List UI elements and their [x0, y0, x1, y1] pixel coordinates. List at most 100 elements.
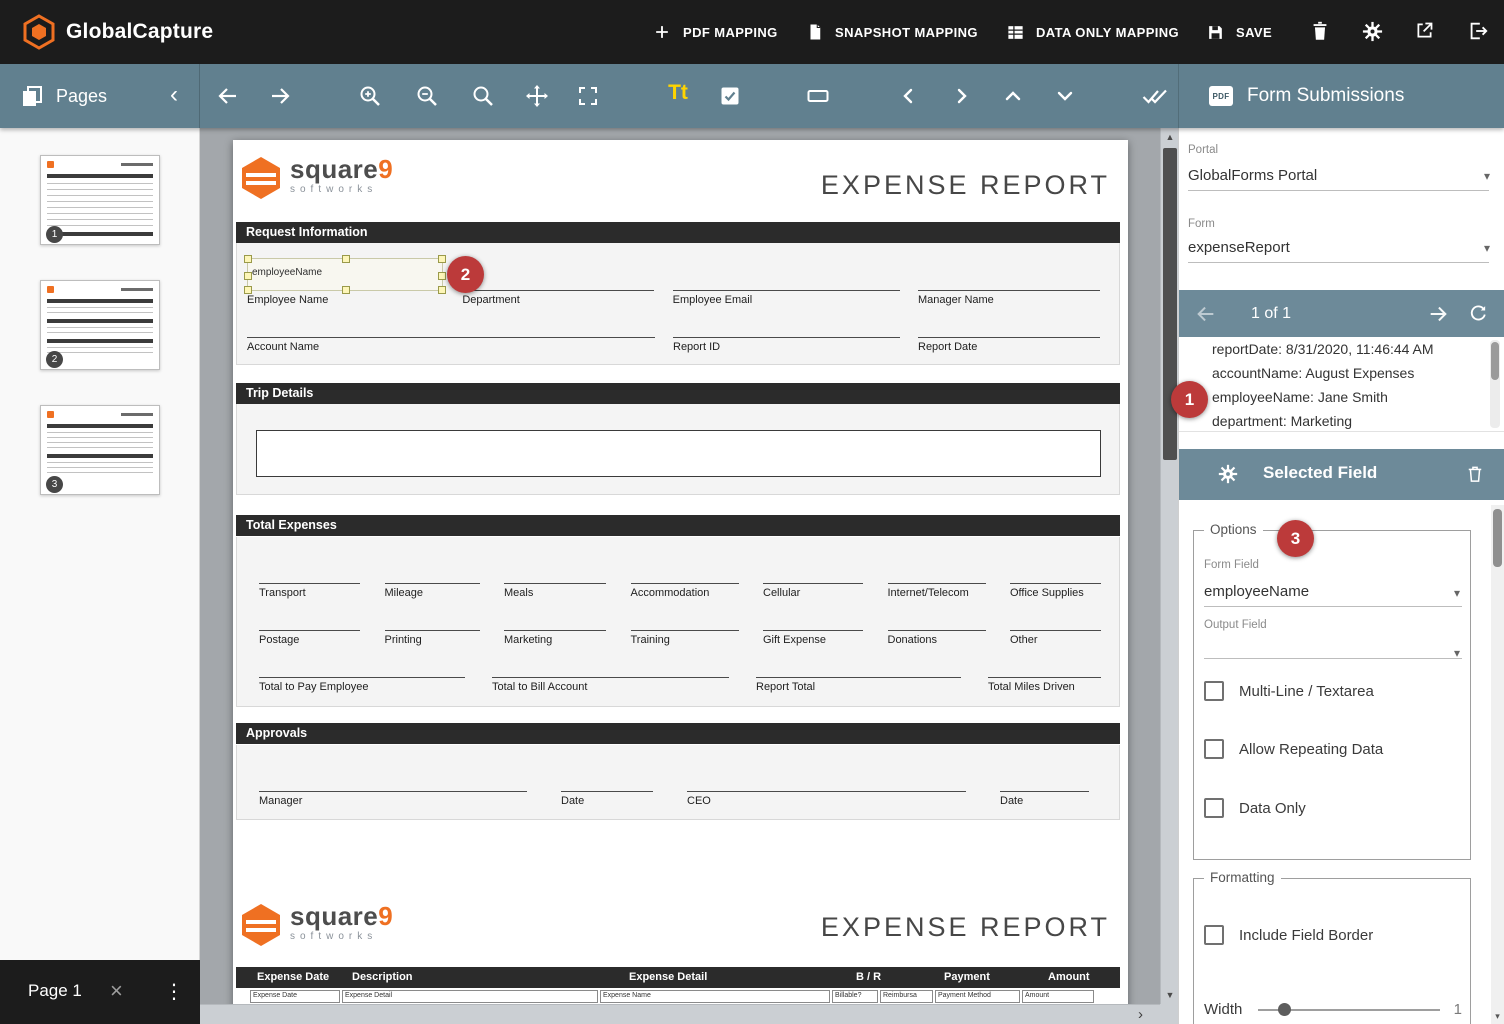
checkbox-label: Multi-Line / Textarea: [1239, 683, 1374, 700]
square9-logo: square9 softworks: [241, 156, 393, 200]
panel-scrollbar[interactable]: ▾: [1491, 505, 1504, 1024]
form-field: Internet/Telecom: [888, 583, 986, 599]
gear-icon: [1217, 463, 1239, 485]
close-icon[interactable]: ×: [110, 978, 123, 1004]
scroll-down-icon[interactable]: ▾: [1491, 1011, 1504, 1022]
logo-subtext: softworks: [290, 184, 393, 195]
record-count: 1 of 1: [1251, 305, 1291, 323]
fullscreen-icon[interactable]: [576, 84, 600, 108]
next-field-chevron-right-icon[interactable]: [949, 84, 973, 108]
selected-field-overlay[interactable]: employeeName: [247, 258, 443, 291]
chevron-up-icon[interactable]: [1001, 84, 1025, 108]
scrollbar-thumb[interactable]: [1163, 148, 1177, 460]
resize-handle[interactable]: [438, 255, 446, 263]
width-slider[interactable]: [1258, 1009, 1439, 1011]
zoom-out-icon[interactable]: [415, 84, 439, 108]
next-record-arrow-icon[interactable]: [1427, 303, 1449, 325]
divider: [1204, 606, 1462, 607]
expense-fields-row2: Postage Printing Marketing Training Gift…: [259, 630, 1101, 646]
delete-field-trash-icon[interactable]: [1465, 463, 1485, 485]
record-row[interactable]: reportDate: 8/31/2020, 11:46:44 AM: [1179, 337, 1504, 361]
divider: [1188, 190, 1489, 191]
delete-icon[interactable]: [1309, 20, 1333, 44]
document-title-page2: EXPENSE REPORT: [821, 912, 1110, 943]
field-border-checkbox[interactable]: [1204, 925, 1224, 945]
portal-select[interactable]: GlobalForms Portal: [1188, 167, 1478, 184]
text-field-tool-icon[interactable]: Tt: [663, 81, 693, 109]
collapse-pages-icon[interactable]: ‹: [162, 79, 186, 111]
pages-panel-title: Pages: [56, 86, 107, 107]
form-field: Accommodation: [631, 583, 739, 599]
data-only-option-row: Data Only: [1204, 798, 1306, 818]
resize-handle[interactable]: [342, 255, 350, 263]
logout-icon[interactable]: [1467, 20, 1491, 44]
previous-record-arrow-icon[interactable]: [1195, 303, 1217, 325]
scroll-right-icon[interactable]: ›: [1138, 1005, 1143, 1024]
apply-all-double-check-icon[interactable]: [1142, 84, 1166, 108]
resize-handle[interactable]: [244, 255, 252, 263]
scrollbar-thumb[interactable]: [1493, 509, 1502, 567]
resize-handle[interactable]: [342, 286, 350, 294]
pdf-mapping-button[interactable]: PDF MAPPING: [652, 0, 778, 64]
annotation-badge-3: 3: [1277, 520, 1314, 557]
undo-arrow-left-icon[interactable]: [216, 84, 240, 108]
form-field: Meals: [504, 583, 606, 599]
repeating-data-checkbox[interactable]: [1204, 739, 1224, 759]
caret-down-icon[interactable]: ▾: [1454, 586, 1460, 600]
form-field: Gift Expense: [763, 630, 863, 646]
form-select[interactable]: expenseReport: [1188, 239, 1478, 256]
snapshot-mapping-button[interactable]: SNAPSHOT MAPPING: [806, 0, 978, 64]
data-only-mapping-button[interactable]: DATA ONLY MAPPING: [1006, 0, 1179, 64]
options-group: Options Form Field employeeName ▾ Output…: [1193, 530, 1471, 860]
record-row[interactable]: department: Marketing: [1179, 409, 1504, 432]
record-row[interactable]: accountName: August Expenses: [1179, 361, 1504, 385]
settings-gear-icon[interactable]: [1361, 20, 1385, 44]
snapshot-mapping-label: SNAPSHOT MAPPING: [835, 25, 978, 40]
section-approvals: [236, 745, 1120, 820]
form-field-select[interactable]: employeeName: [1204, 583, 1444, 600]
page-thumbnail-3[interactable]: 3: [40, 405, 160, 495]
kebab-menu-icon[interactable]: ⋮: [164, 979, 184, 1004]
field-border-option-row: Include Field Border: [1204, 925, 1373, 945]
chevron-down-icon[interactable]: [1053, 84, 1077, 108]
data-only-checkbox[interactable]: [1204, 798, 1224, 818]
globalcapture-logo-icon: [22, 14, 56, 50]
slider-handle[interactable]: [1278, 1003, 1291, 1016]
resize-handle[interactable]: [244, 286, 252, 294]
horizontal-scrollbar[interactable]: ›: [200, 1004, 1160, 1024]
form-field: Employee Email: [673, 290, 900, 306]
logo-accent: 9: [378, 154, 393, 184]
table-cell: Expense Name: [600, 990, 830, 1003]
open-in-new-icon[interactable]: [1414, 20, 1438, 44]
page-thumbnail-1[interactable]: 1: [40, 155, 160, 245]
vertical-scrollbar[interactable]: ▲ ▼: [1160, 128, 1178, 1004]
redo-arrow-right-icon[interactable]: [268, 84, 292, 108]
resize-handle[interactable]: [244, 272, 252, 280]
page-thumbnail-2[interactable]: 2: [40, 280, 160, 370]
logo-text: square: [290, 901, 378, 931]
resize-handle[interactable]: [438, 272, 446, 280]
textbox-tool-icon[interactable]: [806, 84, 830, 108]
save-button[interactable]: SAVE: [1206, 0, 1272, 64]
zoom-in-icon[interactable]: [358, 84, 382, 108]
width-control-row: Width 1: [1204, 1001, 1462, 1018]
search-icon[interactable]: [471, 84, 495, 108]
refresh-icon[interactable]: [1467, 303, 1489, 325]
record-row[interactable]: employeeName: Jane Smith: [1179, 385, 1504, 409]
expense-table-field-row: Expense Date Expense Detail Expense Name…: [236, 990, 1120, 1004]
caret-down-icon[interactable]: ▾: [1484, 241, 1490, 255]
prev-field-chevron-left-icon[interactable]: [897, 84, 921, 108]
multiline-checkbox[interactable]: [1204, 681, 1224, 701]
resize-handle[interactable]: [438, 286, 446, 294]
form-field: Marketing: [504, 630, 606, 646]
caret-down-icon[interactable]: ▾: [1484, 169, 1490, 183]
scroll-down-icon[interactable]: ▼: [1161, 990, 1178, 1000]
table-cell: Expense Detail: [342, 990, 598, 1003]
pan-move-icon[interactable]: [525, 84, 549, 108]
checkbox-label: Data Only: [1239, 800, 1306, 817]
portal-label: Portal: [1188, 144, 1218, 156]
checkbox-tool-icon[interactable]: [718, 84, 742, 108]
scroll-up-icon[interactable]: ▲: [1161, 132, 1178, 142]
scrollbar-thumb[interactable]: [1491, 342, 1499, 380]
record-list-scrollbar[interactable]: [1490, 340, 1500, 428]
